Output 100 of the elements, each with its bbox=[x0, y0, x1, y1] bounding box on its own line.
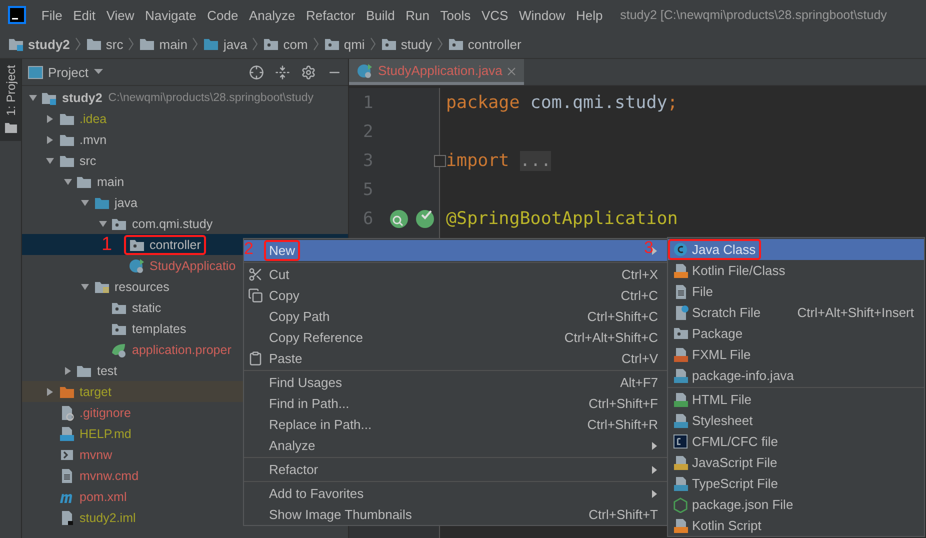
menu-entry[interactable]: Refactor bbox=[300, 8, 361, 22]
project-tool-button[interactable]: 1: Project bbox=[0, 59, 21, 141]
menu-item[interactable]: Cut Ctrl+X bbox=[244, 264, 668, 285]
menu-item[interactable]: Refactor bbox=[244, 459, 668, 480]
cut-icon bbox=[248, 267, 263, 282]
fold-toggle-icon[interactable] bbox=[434, 154, 446, 166]
shortcut: Alt+F7 bbox=[619, 375, 658, 390]
menu-item[interactable]: Stylesheet bbox=[668, 410, 924, 431]
window-icon bbox=[28, 66, 43, 78]
html-file-icon bbox=[673, 392, 689, 408]
spring-bean-icon[interactable] bbox=[389, 208, 409, 228]
package-icon bbox=[111, 300, 127, 314]
expanded-arrow-icon[interactable] bbox=[28, 92, 38, 102]
spring-class-icon bbox=[128, 258, 144, 274]
menu-entry[interactable]: Run bbox=[400, 8, 435, 22]
java-file-file-icon bbox=[673, 368, 689, 384]
menu-item[interactable]: TypeScript File bbox=[668, 473, 924, 494]
folder-icon bbox=[76, 364, 92, 378]
menu-entry[interactable]: VCS bbox=[476, 8, 514, 22]
menu-item[interactable]: Add to Favorites bbox=[244, 483, 668, 504]
tree-item[interactable]: java bbox=[22, 192, 348, 213]
tree-item[interactable]: .mvn bbox=[22, 129, 348, 150]
menu-item[interactable]: File bbox=[668, 281, 924, 302]
collapsed-arrow-icon[interactable] bbox=[45, 114, 55, 124]
menu-item[interactable]: Paste Ctrl+V bbox=[244, 348, 668, 369]
breadcrumb[interactable]: study bbox=[380, 36, 432, 52]
menu-item[interactable]: package.json File bbox=[668, 494, 924, 515]
nodejs-icon bbox=[673, 497, 688, 513]
scratch-file-icon bbox=[673, 305, 689, 321]
menu-entry[interactable]: Help bbox=[570, 8, 608, 22]
settings-icon[interactable] bbox=[301, 64, 316, 80]
shortcut: Ctrl+Shift+T bbox=[588, 507, 658, 522]
menu-item[interactable]: Show Image Thumbnails Ctrl+Shift+T bbox=[244, 504, 668, 525]
folder-icon bbox=[86, 37, 102, 51]
locate-icon[interactable] bbox=[249, 64, 264, 80]
app-logo-icon bbox=[8, 6, 26, 24]
breadcrumb[interactable]: src bbox=[86, 36, 124, 52]
breadcrumb[interactable]: study2 bbox=[8, 36, 70, 52]
menu-item[interactable]: HTML File bbox=[668, 389, 924, 410]
chevron-icon bbox=[252, 37, 258, 51]
menu-entry[interactable]: Window bbox=[514, 8, 571, 22]
chevron-icon bbox=[74, 37, 81, 51]
breadcrumb[interactable]: com bbox=[263, 36, 308, 52]
shortcut: Ctrl+Shift+C bbox=[586, 309, 658, 324]
chevron-icon bbox=[436, 37, 443, 51]
view-selector[interactable]: Project bbox=[48, 64, 104, 80]
expanded-arrow-icon[interactable] bbox=[98, 218, 108, 228]
expanded-arrow-icon[interactable] bbox=[62, 176, 72, 186]
chevron-icon bbox=[192, 37, 198, 51]
expanded-arrow-icon[interactable] bbox=[45, 156, 55, 166]
markdown-file-icon bbox=[58, 426, 74, 442]
menu-item[interactable]: Kotlin File/Class bbox=[668, 260, 924, 281]
chevron-icon bbox=[370, 37, 376, 51]
package-icon bbox=[673, 326, 689, 340]
menu-entry[interactable]: Analyze bbox=[244, 8, 301, 22]
shortcut: Ctrl+Shift+F bbox=[588, 396, 658, 411]
tree-item[interactable]: main bbox=[22, 171, 348, 192]
menu-item[interactable]: Copy Ctrl+C bbox=[244, 285, 668, 306]
menu-item[interactable]: Scratch File Ctrl+Alt+Shift+Insert bbox=[668, 302, 924, 323]
collapsed-arrow-icon[interactable] bbox=[62, 366, 72, 376]
menu-entry[interactable]: Edit bbox=[68, 8, 101, 22]
menu-entry[interactable]: Build bbox=[360, 8, 400, 22]
menu-item[interactable]: Copy Path Ctrl+Shift+C bbox=[244, 306, 668, 327]
breadcrumb[interactable]: qmi bbox=[324, 36, 365, 52]
tree-item[interactable]: study2 C:\newqmi\products\28.springboot\study bbox=[22, 87, 348, 108]
folder-icon bbox=[4, 122, 16, 133]
menu-item[interactable]: Analyze bbox=[244, 435, 668, 456]
caret-icon bbox=[94, 69, 104, 75]
spring-check-icon[interactable] bbox=[415, 208, 435, 228]
breadcrumb[interactable]: java bbox=[203, 36, 248, 52]
menu-item[interactable]: Kotlin Script bbox=[668, 515, 924, 536]
expanded-arrow-icon[interactable] bbox=[80, 198, 90, 208]
menu-entry[interactable]: Navigate bbox=[140, 8, 202, 22]
menu-item[interactable]: Package bbox=[668, 323, 924, 344]
tree-item[interactable]: src bbox=[22, 150, 348, 171]
menu-entry[interactable]: File bbox=[36, 8, 68, 22]
collapsed-arrow-icon[interactable] bbox=[45, 386, 55, 396]
menu-item[interactable]: FXML File bbox=[668, 344, 924, 365]
collapsed-arrow-icon[interactable] bbox=[45, 134, 55, 144]
menu-entry[interactable]: View bbox=[100, 8, 140, 22]
tree-item[interactable]: .idea bbox=[22, 108, 348, 129]
menu-item[interactable]: package-info.java bbox=[668, 365, 924, 386]
collapse-all-icon[interactable] bbox=[275, 64, 290, 80]
menu-entry[interactable]: Tools bbox=[434, 8, 476, 22]
breadcrumb[interactable]: controller bbox=[448, 36, 522, 52]
chevron-icon bbox=[128, 37, 134, 51]
resources-folder-icon bbox=[94, 280, 110, 294]
package-icon bbox=[111, 322, 127, 336]
menu-item[interactable]: Copy Reference Ctrl+Alt+Shift+C bbox=[244, 327, 668, 348]
folder-icon bbox=[94, 196, 110, 210]
kotlin-script-file-icon bbox=[673, 518, 689, 534]
module-folder-icon bbox=[8, 37, 24, 51]
tree-item[interactable]: com.qmi.study bbox=[22, 213, 348, 234]
menu-item[interactable]: CFML/CFC file bbox=[668, 431, 924, 452]
breadcrumb[interactable]: main bbox=[139, 36, 188, 52]
menu-item[interactable]: JavaScript File bbox=[668, 452, 924, 473]
folder-icon bbox=[58, 112, 74, 126]
menu-entry[interactable]: Code bbox=[202, 8, 244, 22]
expanded-arrow-icon[interactable] bbox=[80, 282, 90, 292]
menu-item[interactable]: Replace in Path... Ctrl+Shift+R bbox=[244, 414, 668, 435]
